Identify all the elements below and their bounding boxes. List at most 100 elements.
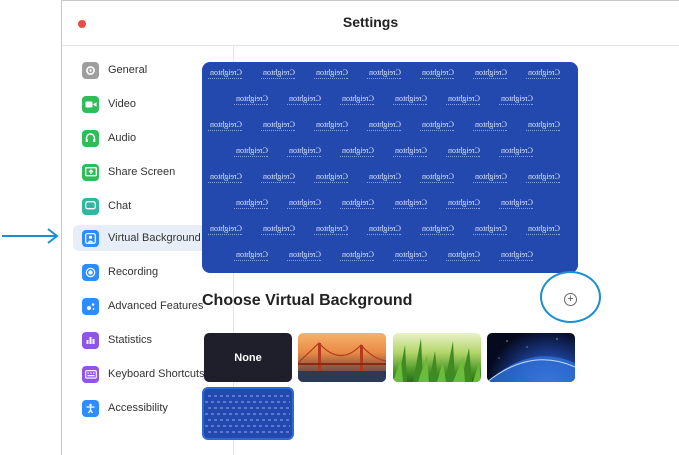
watermark-row: Creighton Creighton Creighton Creighton Crei… [202,121,578,131]
keyboard-icon [82,365,99,383]
watermark-logo: Creighton [314,225,348,235]
watermark-logo: Creighton [261,173,295,183]
watermark-logo: Creighton [499,251,533,261]
watermark-logo: Creighton [526,121,560,131]
title-bar: Settings [62,1,679,46]
bar-chart-icon [82,331,99,349]
watermark-logo: Creighton [420,173,454,183]
thumbnail-label: None [234,351,262,364]
virtual-background-preview: Creighton Creighton Creighton Creighton Crei… [202,62,578,273]
watermark-logo: Creighton [499,199,533,209]
watermark-logo: Creighton [314,173,348,183]
watermark-logo: Creighton [420,121,454,131]
watermark-logo: Creighton [367,173,401,183]
background-thumbnail-custom[interactable] [202,387,294,440]
headphones-icon [82,129,99,147]
sidebar-item-advanced-features[interactable]: Advanced Features [73,293,220,319]
sidebar-item-label: General [108,64,148,76]
accessibility-icon [82,399,99,417]
watermark-logo: Creighton [526,69,560,79]
watermark-logo: Creighton [287,147,321,157]
sidebar-item-statistics[interactable]: Statistics [73,327,220,353]
watermark-logo: Creighton [287,95,321,105]
video-camera-icon [82,95,99,113]
background-thumbnail-golden-gate[interactable] [298,333,386,382]
watermark-logo: Creighton [234,147,268,157]
window-title: Settings [342,14,399,30]
watermark-logo: Creighton [393,95,427,105]
background-thumbnail-none[interactable]: None [204,333,292,382]
background-thumbnail-grass[interactable] [393,333,481,382]
watermark-logo: Creighton [367,121,401,131]
watermark-logo: Creighton [340,251,374,261]
watermark-logo: Creighton [261,121,295,131]
sidebar-item-label: Advanced Features [108,300,204,312]
sidebar-item-label: Statistics [108,334,153,346]
watermark-logo: Creighton [234,199,268,209]
sidebar-item-accessibility[interactable]: Accessibility [73,395,220,421]
watermark-logo: Creighton [526,173,560,183]
grass-image [393,338,481,382]
watermark-row: Creighton Creighton Creighton Creighton Crei… [202,147,578,157]
watermark-row: Creighton Creighton Creighton Creighton Crei… [202,251,578,261]
section-heading: Choose Virtual Background [202,292,413,309]
sidebar-item-share-screen[interactable]: Share Screen [73,159,220,185]
sidebar-item-virtual-background[interactable]: Virtual Background [73,225,220,251]
background-thumbnail-earth[interactable] [487,333,575,382]
gear-icon [82,61,99,79]
watermark-logo: Creighton [287,199,321,209]
watermark-row: Creighton Creighton Creighton Creighton Crei… [202,95,578,105]
sidebar-item-chat[interactable]: Chat [73,193,220,219]
watermark-logo: Creighton [393,199,427,209]
watermark-logo: Creighton [234,95,268,105]
watermark-logo: Creighton [446,147,480,157]
share-screen-icon [82,163,99,181]
watermark-logo: Creighton [393,147,427,157]
earth-from-space-image [487,338,575,382]
watermark-row: Creighton Creighton Creighton Creighton Crei… [202,69,578,79]
watermark-logo: Creighton [287,251,321,261]
watermark-logo: Creighton [446,199,480,209]
watermark-logo: Creighton [526,225,560,235]
watermark-logo: Creighton [208,121,242,131]
sidebar-item-audio[interactable]: Audio [73,125,220,151]
watermark-logo: Creighton [499,147,533,157]
sidebar-item-keyboard-shortcuts[interactable]: Keyboard Shortcuts [73,361,220,387]
sidebar-item-label: Video [108,98,136,110]
watermark-logo: Creighton [261,69,295,79]
watermark-logo: Creighton [367,69,401,79]
watermark-logo: Creighton [261,225,295,235]
sidebar-item-label: Audio [108,132,137,144]
watermark-logo: Creighton [340,147,374,157]
chat-bubble-icon [82,197,99,215]
sidebar-item-video[interactable]: Video [73,91,220,117]
watermark-logo: Creighton [473,69,507,79]
record-icon [82,263,99,281]
watermark-logo: Creighton [473,225,507,235]
watermark-logo: Creighton [340,199,374,209]
sidebar-item-label: Recording [108,266,159,278]
watermark-logo: Creighton [314,121,348,131]
sidebar-item-label: Virtual Background [108,232,201,244]
annotation-arrow [2,228,59,244]
sidebar-item-label: Chat [108,200,132,212]
sidebar-item-recording[interactable]: Recording [73,259,220,285]
watermark-logo: Creighton [314,69,348,79]
person-frame-icon [82,229,99,247]
watermark-logo: Creighton [420,225,454,235]
add-background-button[interactable]: + [564,293,577,306]
watermark-logo: Creighton [367,225,401,235]
sidebar-item-label: Keyboard Shortcuts [108,368,205,380]
watermark-row: Creighton Creighton Creighton Creighton Crei… [202,225,578,235]
sidebar-item-general[interactable]: General [73,57,220,83]
watermark-logo: Creighton [499,95,533,105]
watermark-logo: Creighton [446,95,480,105]
watermark-logo: Creighton [473,121,507,131]
custom-pattern-image [205,395,290,433]
sparkle-icon [82,297,99,315]
watermark-logo: Creighton [208,225,242,235]
watermark-logo: Creighton [446,251,480,261]
watermark-logo: Creighton [208,69,242,79]
sidebar-item-label: Share Screen [108,166,176,178]
watermark-logo: Creighton [208,173,242,183]
